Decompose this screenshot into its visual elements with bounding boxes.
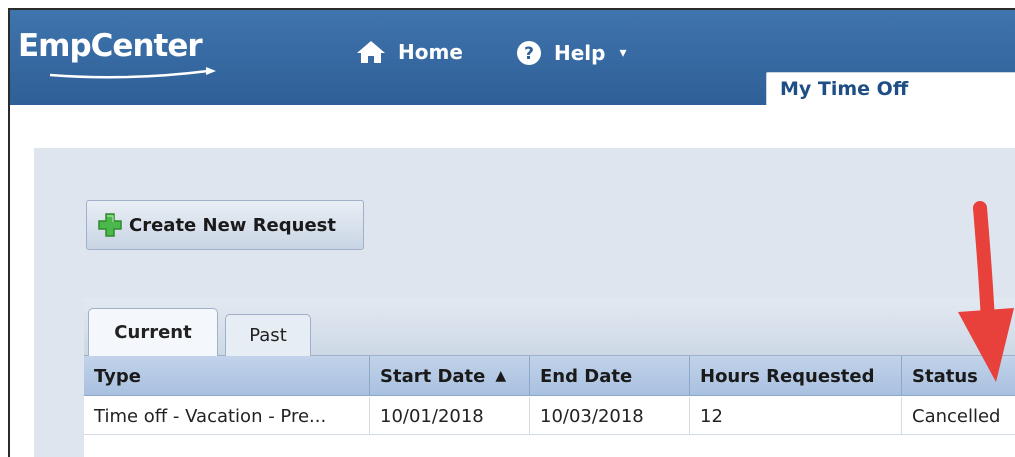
svg-text:?: ?: [524, 44, 534, 64]
help-icon: ?: [517, 41, 541, 65]
request-tabs: Current Past: [84, 298, 1015, 356]
create-new-request-label: Create New Request: [129, 214, 336, 236]
column-header-end-date[interactable]: End Date: [530, 356, 690, 396]
column-header-start-date-label: Start Date: [380, 365, 486, 387]
plus-icon: [98, 213, 122, 237]
sort-ascending-icon: ▲: [495, 368, 507, 384]
tab-past[interactable]: Past: [225, 314, 311, 356]
cell-status: Cancelled: [912, 405, 1001, 427]
cell-type: Time off - Vacation - Pre...: [84, 397, 370, 435]
column-header-start-date[interactable]: Start Date ▲: [370, 356, 530, 396]
home-icon: [357, 41, 385, 63]
tab-current[interactable]: Current: [88, 308, 218, 356]
cell-end-date: 10/03/2018: [530, 397, 690, 435]
column-header-type[interactable]: Type: [84, 356, 370, 396]
cell-hours-requested: 12: [690, 397, 902, 435]
time-off-table: Type Start Date ▲ End Date Hours Request…: [84, 356, 1015, 457]
main-content: Create New Request Current Past Type Sta…: [34, 148, 1015, 457]
app-logo[interactable]: EmpCenter: [18, 28, 203, 64]
create-new-request-button[interactable]: Create New Request: [86, 200, 364, 250]
nav-home[interactable]: Home: [356, 40, 463, 64]
app-window: EmpCenter Home ? Help ▾ My Time Off Crea…: [8, 8, 1015, 457]
red-arrow-annotation-icon: [958, 201, 1014, 382]
table-row[interactable]: Time off - Vacation - Pre... 10/01/2018 …: [84, 397, 1015, 435]
nav-help-label: Help: [554, 41, 606, 65]
tab-my-time-off[interactable]: My Time Off: [766, 72, 1015, 105]
logo-swoosh-icon: [49, 67, 216, 79]
chevron-down-icon[interactable]: ▾: [619, 45, 626, 61]
column-header-hours-requested[interactable]: Hours Requested: [690, 356, 902, 396]
cell-start-date: 10/01/2018: [370, 397, 530, 435]
nav-help[interactable]: ? Help ▾: [516, 40, 627, 66]
top-nav-bar: EmpCenter Home ? Help ▾ My Time Off: [10, 10, 1015, 105]
table-header: Type Start Date ▲ End Date Hours Request…: [84, 356, 1015, 396]
nav-home-label: Home: [398, 40, 463, 64]
